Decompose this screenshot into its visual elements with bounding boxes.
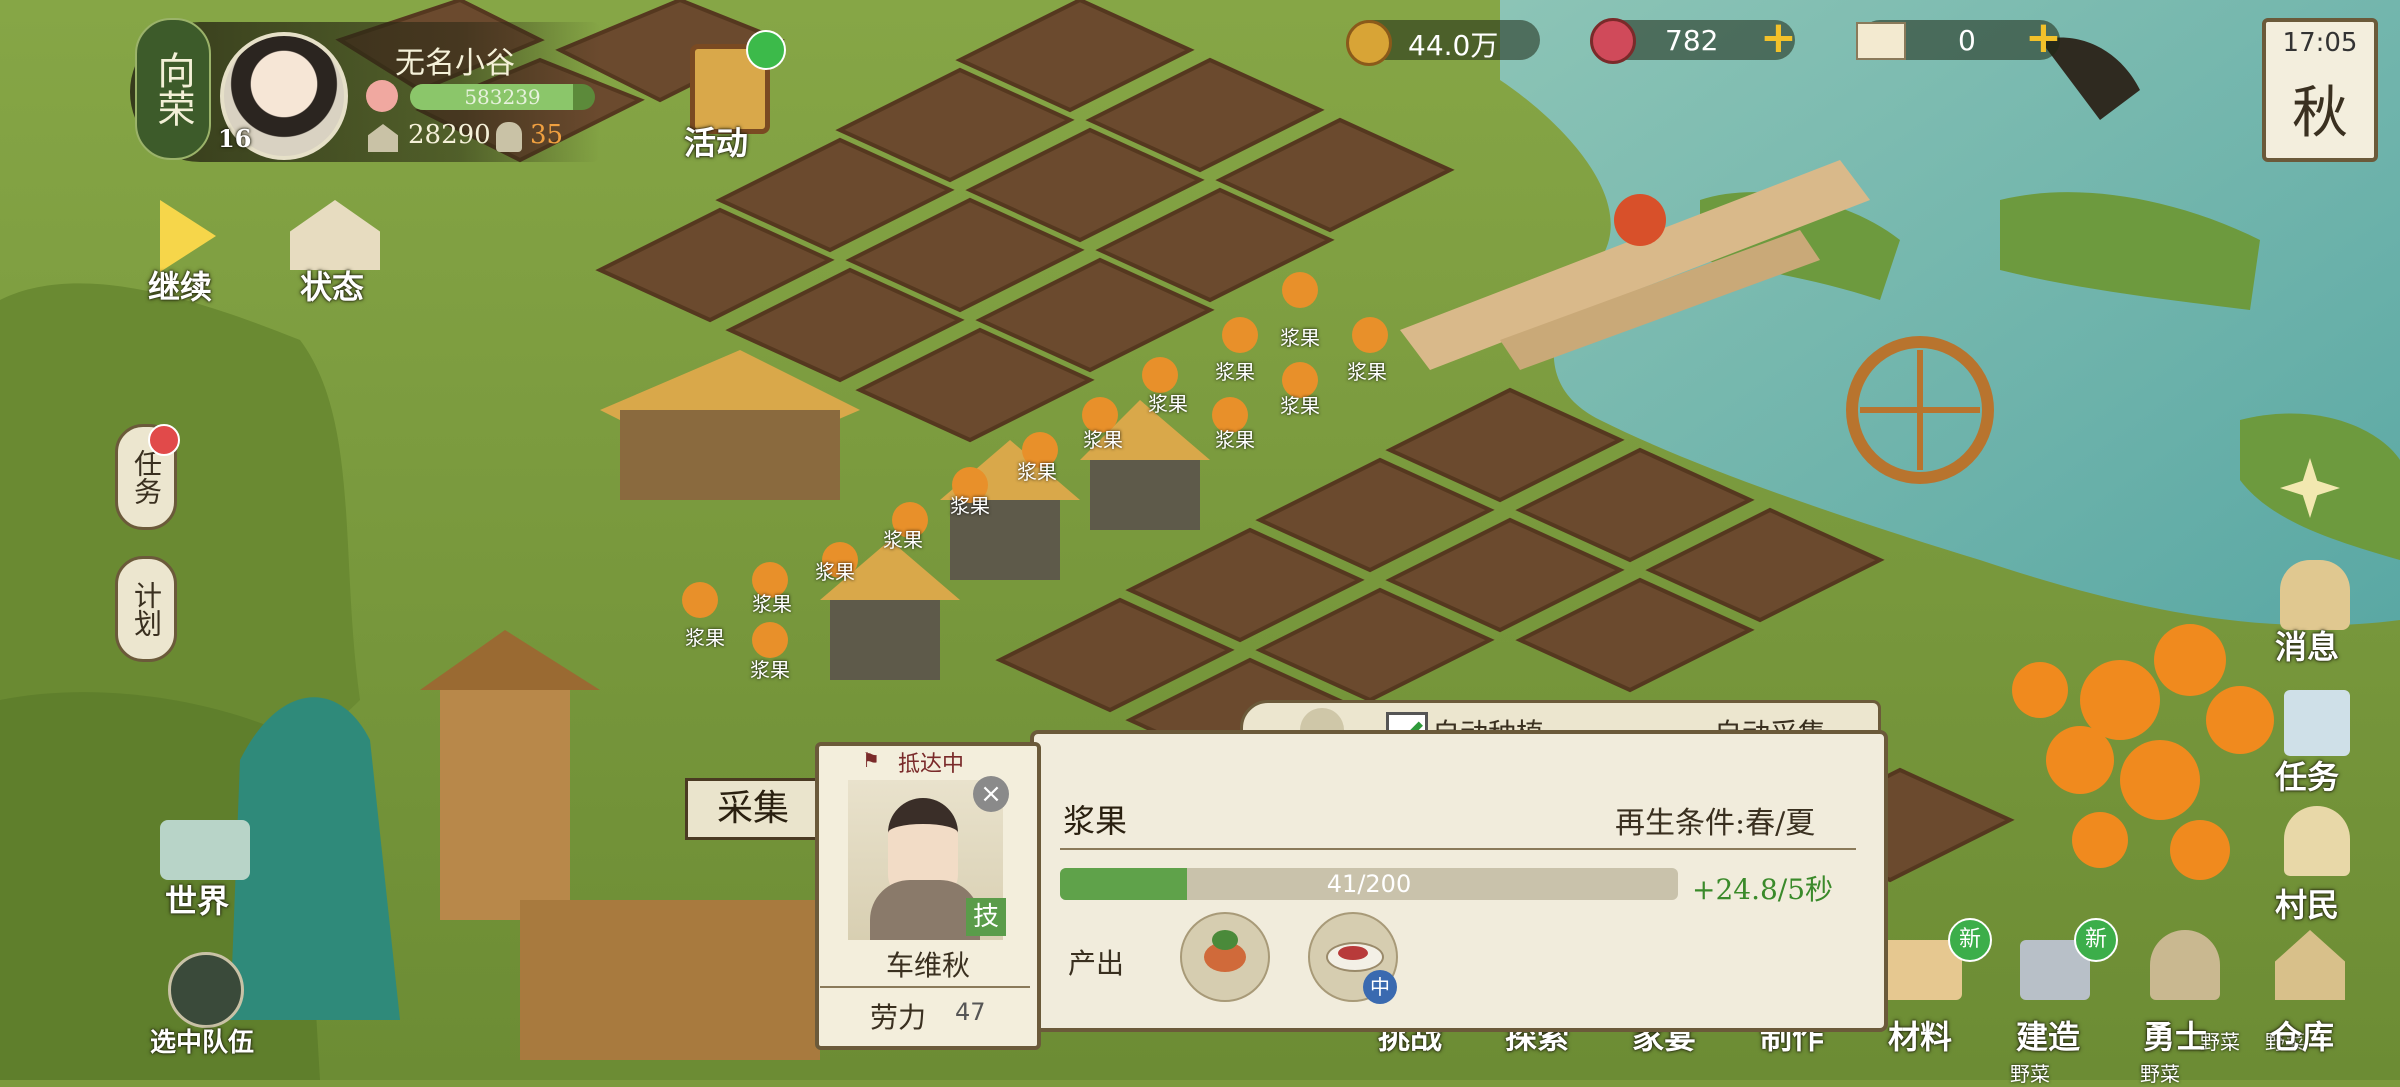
crop-label[interactable]: 浆果 <box>1215 424 1255 453</box>
crop-label[interactable]: 浆果 <box>750 654 790 683</box>
selected-team-label[interactable]: 选中队伍 <box>150 1022 254 1059</box>
crop-label[interactable]: 浆果 <box>883 524 923 553</box>
person-icon <box>496 122 522 152</box>
season: 秋 <box>2292 81 2348 146</box>
divider <box>1060 848 1856 850</box>
crop-label[interactable]: 浆果 <box>1083 424 1123 453</box>
exp-bar: 583239 <box>410 84 595 110</box>
crop-label[interactable]: 浆果 <box>1148 388 1188 417</box>
new-badge: 新 <box>1948 918 1992 962</box>
add-gems-button[interactable]: + <box>1760 12 1797 63</box>
crop-label[interactable]: 野菜 <box>2140 1058 2180 1087</box>
warehouse-label[interactable]: 仓库 <box>2270 1012 2334 1058</box>
clan-badge[interactable]: 向荣 <box>135 18 211 160</box>
team-avatar[interactable] <box>168 952 244 1028</box>
crop-label[interactable]: 浆果 <box>1347 356 1387 385</box>
tickets-value: 0 <box>1958 24 1976 57</box>
messages-label[interactable]: 消息 <box>2275 622 2339 668</box>
tasks-tab-label: 任务 <box>130 449 163 505</box>
population-count: 35 <box>530 120 564 150</box>
crop-label[interactable]: 浆果 <box>752 588 792 617</box>
gather-rate: +24.8/5秒 <box>1692 873 1834 906</box>
ticket-icon <box>1856 22 1906 60</box>
crop-label[interactable]: 浆果 <box>1017 456 1057 485</box>
resource-progress-bar: 41/200 <box>1060 868 1678 900</box>
player-level: 16 <box>218 124 252 153</box>
scroll-task-icon[interactable] <box>2284 690 2350 756</box>
crop-label[interactable]: 浆果 <box>815 556 855 585</box>
coin-icon <box>1346 20 1392 66</box>
crop-label[interactable]: 浆果 <box>950 490 990 519</box>
crop-label[interactable]: 浆果 <box>1280 322 1320 351</box>
right-tasks-label[interactable]: 任务 <box>2275 752 2339 798</box>
divider <box>820 986 1030 988</box>
villagers-label[interactable]: 村民 <box>2275 880 2339 926</box>
clock-time: 17:05 <box>2282 28 2358 58</box>
notification-dot <box>746 30 786 70</box>
add-tickets-button[interactable]: + <box>2025 12 2062 63</box>
crop-label[interactable]: 浆果 <box>1280 390 1320 419</box>
close-icon[interactable]: × <box>973 776 1009 812</box>
peach-icon <box>366 80 398 112</box>
event-label[interactable]: 活动 <box>684 118 748 164</box>
skill-badge: 技 <box>966 898 1006 936</box>
quality-badge: 中 <box>1363 970 1397 1004</box>
bell-icon[interactable] <box>2280 560 2350 630</box>
output-label: 产出 <box>1068 947 1125 980</box>
labor-value: 47 <box>955 998 986 1026</box>
houses-count: 28290 <box>408 120 491 150</box>
coins-value: 44.0万 <box>1408 29 1499 62</box>
crop-label[interactable]: 浆果 <box>1215 356 1255 385</box>
continue-label[interactable]: 继续 <box>148 262 212 308</box>
crop-label[interactable]: 野菜 <box>2010 1058 2050 1087</box>
village-name: 无名小谷 <box>395 46 515 81</box>
worker-name: 车维秋 <box>885 949 970 982</box>
build-label[interactable]: 建造 <box>2016 1012 2080 1058</box>
new-badge: 新 <box>2074 918 2118 962</box>
exp-value: 583239 <box>464 85 541 109</box>
crop-label[interactable]: 浆果 <box>685 622 725 651</box>
warrior-icon[interactable] <box>2150 930 2220 1000</box>
labor-label: 劳力 <box>870 1001 927 1034</box>
world-label[interactable]: 世界 <box>165 876 229 922</box>
gems-value: 782 <box>1665 24 1719 57</box>
notification-dot <box>148 424 180 456</box>
status-label[interactable]: 状态 <box>300 262 364 308</box>
output-item-vegetables[interactable] <box>1180 912 1270 1002</box>
clan-name: 向荣 <box>151 51 195 127</box>
plan-tab-label: 计划 <box>130 581 163 637</box>
flower-gem-icon <box>1590 18 1636 64</box>
season-clock[interactable]: 17:05 秋 <box>2262 18 2378 162</box>
materials-label[interactable]: 材料 <box>1888 1012 1952 1058</box>
resource-name: 浆果 <box>1063 802 1128 840</box>
running-icon: ⚑ <box>862 748 880 772</box>
worker-status: 抵达中 <box>898 752 965 777</box>
regen-condition: 再生条件:春/夏 <box>1615 806 1816 841</box>
villager-icon[interactable] <box>2284 806 2350 876</box>
plan-tab[interactable]: 计划 <box>115 556 177 662</box>
progress-text: 41/200 <box>1326 870 1412 898</box>
warrior-label[interactable]: 勇士 <box>2143 1012 2207 1058</box>
gather-tag[interactable]: 采集 <box>685 778 821 840</box>
world-map-icon[interactable] <box>160 820 250 880</box>
